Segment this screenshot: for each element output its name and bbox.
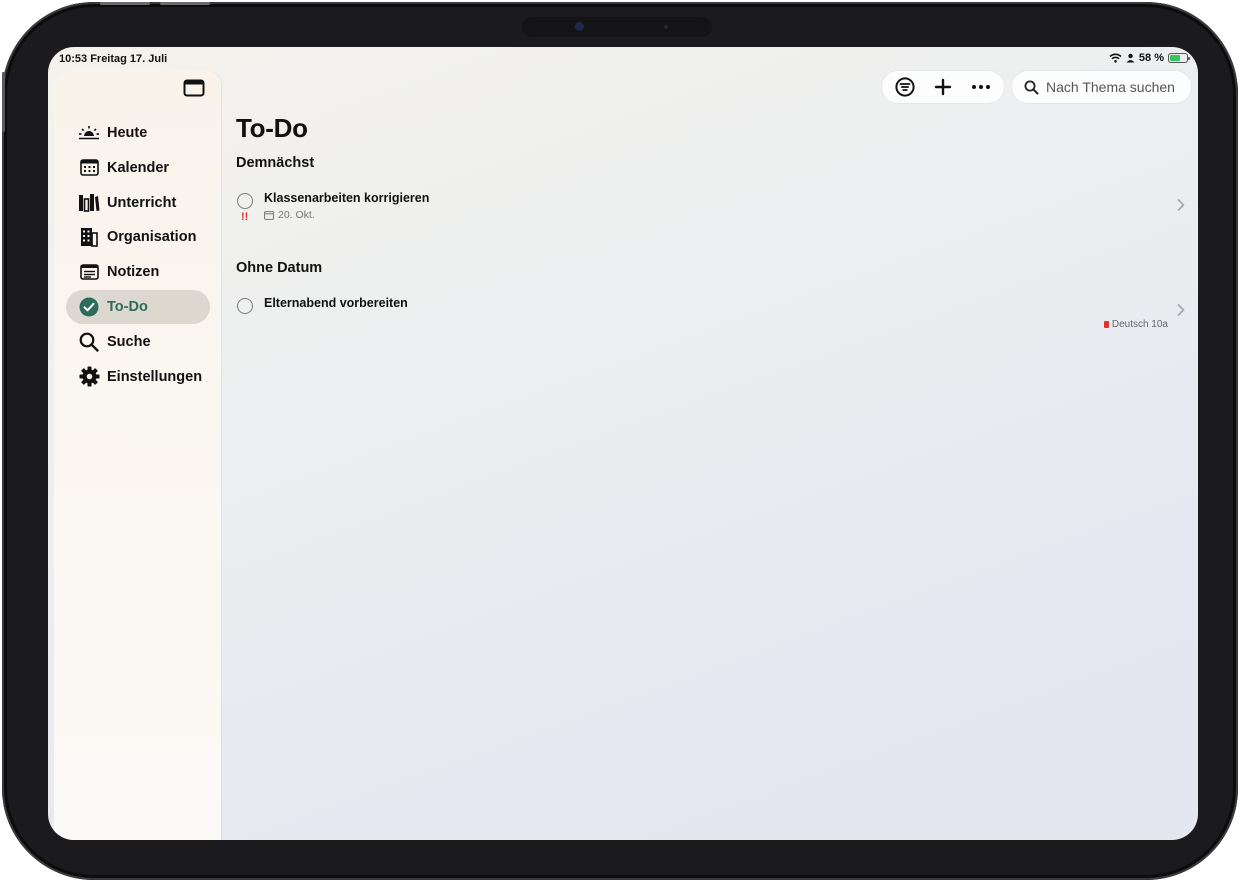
todo-checkbox[interactable] xyxy=(237,193,253,209)
sidebar-item-label: Einstellungen xyxy=(107,368,203,385)
sidebar-item-label: Unterricht xyxy=(107,194,177,211)
screen: 10:53 Freitag 17. Juli 58 % Heute Kalend… xyxy=(48,47,1198,840)
search-icon xyxy=(78,332,100,352)
ellipsis-icon xyxy=(972,85,990,89)
wifi-icon xyxy=(1109,53,1122,63)
section-title-upcoming: Demnächst xyxy=(236,155,315,171)
sidebar-item-einstellungen[interactable]: Einstellungen xyxy=(66,360,210,394)
ipad-frame: 10:53 Freitag 17. Juli 58 % Heute Kalend… xyxy=(2,2,1238,880)
search-input[interactable] xyxy=(1046,79,1186,95)
section-title-no-date: Ohne Datum xyxy=(236,260,323,276)
camera-lens xyxy=(575,22,584,31)
add-button[interactable] xyxy=(929,73,957,101)
sidebar-item-label: Notizen xyxy=(107,264,160,281)
checkmark-circle-icon xyxy=(78,297,100,317)
todo-title: Elternabend vorbereiten xyxy=(264,296,408,310)
filter-button[interactable] xyxy=(891,73,919,101)
gear-icon xyxy=(78,366,100,387)
person-icon xyxy=(1126,53,1135,63)
toolbar xyxy=(882,71,1004,103)
status-indicators: 58 % xyxy=(1109,52,1190,64)
sidebar-nav: Heute Kalender Unterricht Organisation N… xyxy=(66,116,210,394)
sidebar-item-notizen[interactable]: Notizen xyxy=(66,255,210,289)
sidebar-item-label: Heute xyxy=(107,125,148,141)
sidebar-item-kalender[interactable]: Kalender xyxy=(66,151,210,185)
books-icon xyxy=(78,193,100,213)
todo-checkbox[interactable] xyxy=(237,298,253,314)
chevron-right-icon xyxy=(1177,304,1185,316)
sidebar-item-label: Kalender xyxy=(107,159,170,176)
notes-icon xyxy=(78,262,100,282)
main-content: To-Do Demnächst !! Klassenarbeiten korri… xyxy=(236,71,1198,840)
top-button xyxy=(100,2,150,5)
todo-date: 20. Okt. xyxy=(264,209,315,221)
camera-housing xyxy=(522,17,712,37)
calendar-icon xyxy=(78,158,100,178)
todo-title: Klassenarbeiten korrigieren xyxy=(264,191,430,205)
battery-percent: 58 % xyxy=(1138,52,1164,64)
plus-icon xyxy=(934,78,952,96)
subject-tag-label: Deutsch 10a xyxy=(1111,319,1168,330)
todo-date-text: 20. Okt. xyxy=(278,209,315,221)
filter-icon xyxy=(895,77,915,97)
more-button[interactable] xyxy=(967,73,995,101)
sunrise-icon xyxy=(78,123,100,143)
status-bar: 10:53 Freitag 17. Juli 58 % xyxy=(48,47,1198,69)
top-button xyxy=(160,2,210,5)
sidebar-toggle-icon[interactable] xyxy=(183,79,205,97)
building-icon xyxy=(78,227,100,248)
chevron-right-icon xyxy=(1177,199,1185,211)
sidebar-item-heute[interactable]: Heute xyxy=(66,116,210,150)
sidebar-item-organisation[interactable]: Organisation xyxy=(66,220,210,254)
sidebar-item-todo[interactable]: To-Do xyxy=(66,289,210,324)
sidebar-item-label: To-Do xyxy=(107,298,148,315)
sidebar: Heute Kalender Unterricht Organisation N… xyxy=(54,71,221,840)
priority-indicator: !! xyxy=(241,211,249,223)
search-field[interactable] xyxy=(1012,71,1191,103)
side-button xyxy=(2,72,5,132)
search-icon xyxy=(1024,80,1039,94)
bookmark-icon xyxy=(1103,321,1109,328)
status-time-date: 10:53 Freitag 17. Juli xyxy=(59,53,168,65)
sidebar-item-label: Organisation xyxy=(107,229,197,246)
subject-tag: Deutsch 10a xyxy=(1103,319,1168,330)
battery-icon xyxy=(1168,53,1190,63)
sensor-dot xyxy=(664,25,668,29)
sidebar-item-suche[interactable]: Suche xyxy=(66,325,210,359)
todo-item[interactable]: !! Klassenarbeiten korrigieren 20. Okt. xyxy=(236,190,1186,230)
calendar-icon xyxy=(264,210,274,220)
todo-item[interactable]: Elternabend vorbereiten Deutsch 10a xyxy=(236,295,1186,335)
sidebar-item-unterricht[interactable]: Unterricht xyxy=(66,186,210,220)
page-title: To-Do xyxy=(236,113,308,143)
sidebar-item-label: Suche xyxy=(107,333,151,350)
